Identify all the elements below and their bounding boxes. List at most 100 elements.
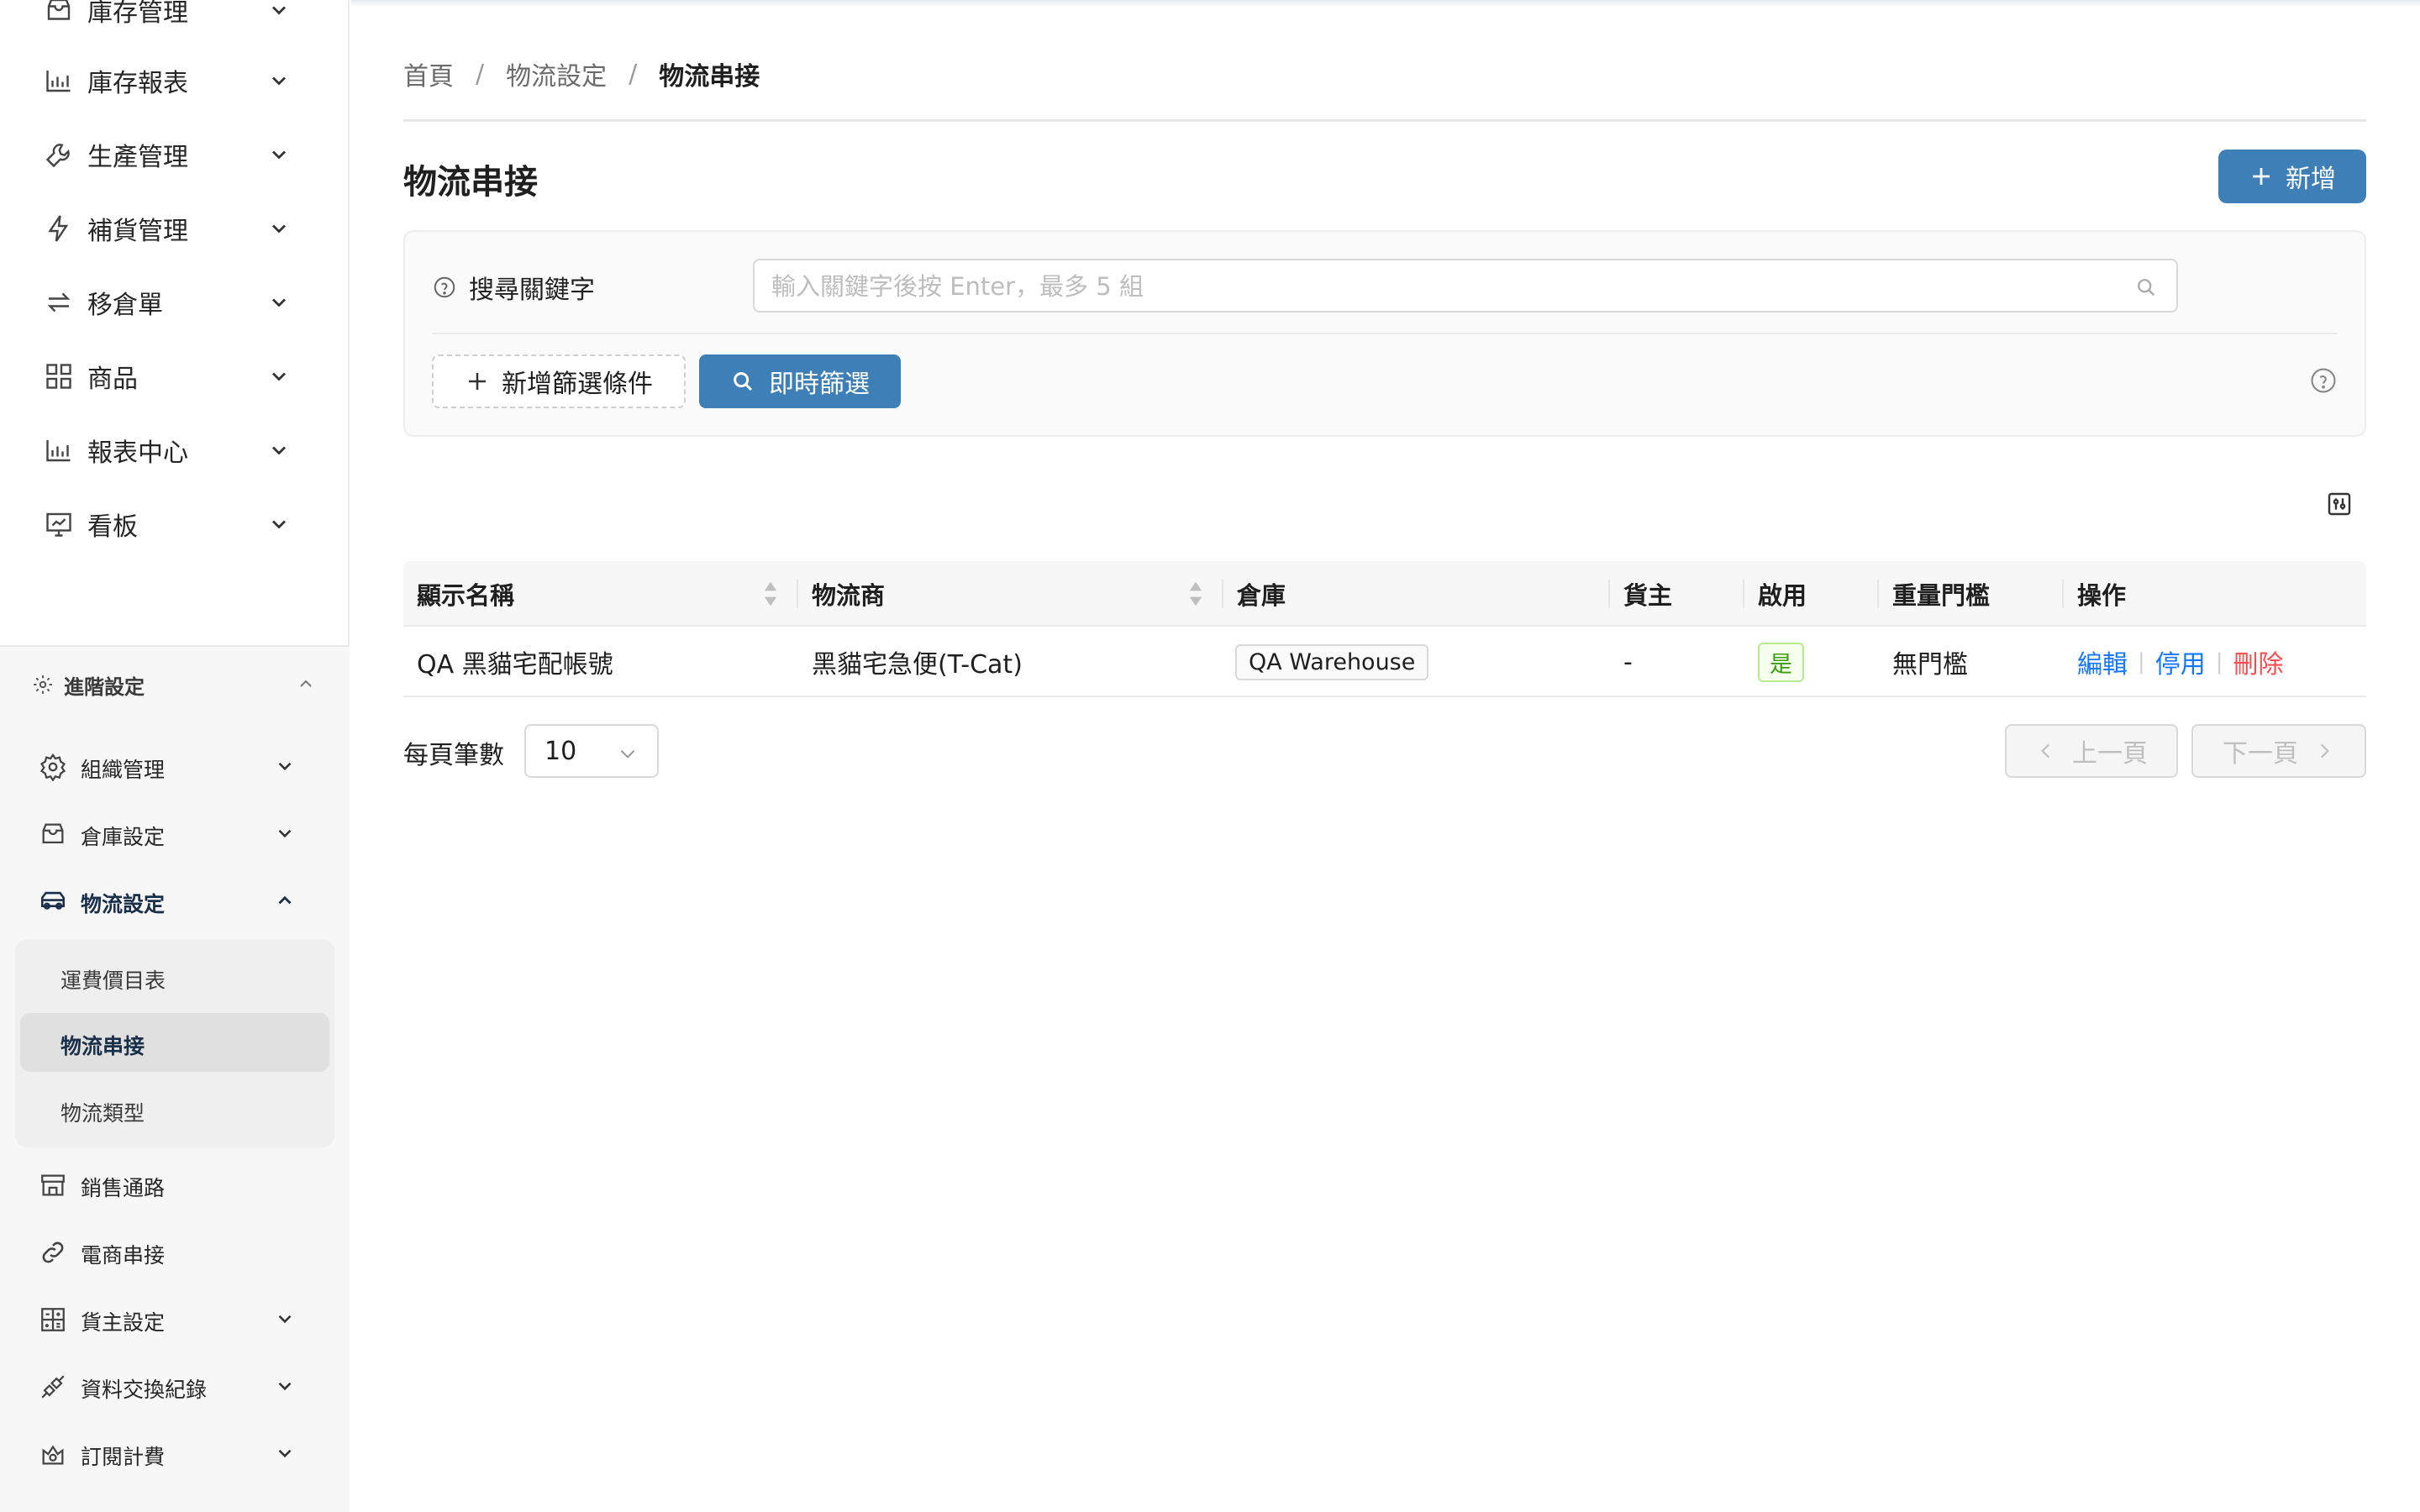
column-header-warehouse: 倉庫	[1237, 581, 1286, 610]
instant-filter-label: 即時篩選	[769, 370, 870, 399]
column-header-carrier[interactable]: 物流商	[812, 561, 885, 627]
delete-link[interactable]: 刪除	[2233, 643, 2284, 680]
prev-page-button[interactable]: 上一頁	[2005, 724, 2178, 778]
sidebar-item-label: 倉庫設定	[81, 825, 166, 849]
chevron-down-icon	[278, 1315, 292, 1324]
sidebar-item-inventory[interactable]: 庫存管理	[0, 0, 350, 47]
sidebar-item-label: 報表中心	[87, 438, 188, 468]
link-icon	[42, 1242, 64, 1263]
help-icon[interactable]	[2309, 366, 2338, 395]
column-header-owner: 貨主	[1623, 581, 1673, 610]
sidebar-item-owner-settings[interactable]: 貨主設定	[0, 1290, 350, 1349]
disable-link[interactable]: 停用	[2155, 643, 2206, 680]
sidebar-item-inventory-report[interactable]: 庫存報表	[0, 44, 350, 118]
submenu-item-freight-rates[interactable]: 運費價目表	[20, 948, 329, 1006]
prev-page-label: 上一頁	[2072, 739, 2148, 769]
sidebar-item-label: 訂閱計費	[81, 1445, 166, 1469]
sidebar-item-subscription-billing[interactable]: 訂閱計費	[0, 1425, 350, 1483]
sidebar-item-report-center[interactable]: 報表中心	[0, 413, 350, 487]
advanced-settings-header[interactable]: 進階設定	[0, 664, 350, 706]
sidebar-item-label: 庫存管理	[87, 0, 188, 28]
search-box	[753, 259, 2178, 312]
cell-carrier: 黑貓宅急便(T-Cat)	[812, 650, 1023, 680]
chevron-right-icon	[2320, 743, 2329, 759]
column-separator	[1608, 580, 1610, 608]
breadcrumb-home[interactable]: 首頁	[403, 55, 454, 92]
column-separator	[1743, 580, 1744, 608]
sidebar-item-label: 貨主設定	[81, 1310, 166, 1335]
column-header-enabled: 啟用	[1758, 581, 1807, 610]
subscription-icon	[42, 1445, 64, 1465]
sidebar-item-production[interactable]: 生產管理	[0, 118, 350, 192]
sidebar-item-dashboard[interactable]: 看板	[0, 487, 350, 561]
chevron-down-icon	[278, 1382, 292, 1391]
bar-chart-icon	[46, 440, 71, 462]
sidebar-item-label: 移倉單	[87, 291, 163, 320]
sidebar-item-label: 生產管理	[87, 143, 188, 172]
next-page-label: 下一頁	[2223, 739, 2298, 769]
chevron-down-icon	[272, 76, 286, 86]
filter-divider	[432, 333, 2338, 334]
sidebar-item-products[interactable]: 商品	[0, 339, 350, 413]
sidebar-item-label: 組織管理	[81, 758, 166, 782]
sort-icon[interactable]	[761, 579, 780, 609]
column-header-actions: 操作	[2077, 581, 2127, 610]
submenu-item-label: 物流類型	[60, 1101, 145, 1126]
page-size-value: 10	[544, 737, 577, 766]
chevron-up-icon	[278, 895, 292, 905]
bar-chart-icon	[46, 71, 71, 92]
sidebar-item-sales-channels[interactable]: 銷售通路	[0, 1156, 350, 1215]
sidebar-item-logistics-settings[interactable]: 物流設定	[0, 872, 350, 931]
submenu-item-logistics-types[interactable]: 物流類型	[20, 1080, 329, 1139]
store-icon	[41, 1174, 65, 1196]
sidebar-item-label: 商品	[87, 365, 138, 394]
submenu-item-logistics-integration[interactable]: 物流串接	[20, 1013, 329, 1072]
inventory-icon	[47, 0, 71, 20]
chevron-down-icon	[272, 372, 286, 381]
column-separator	[797, 580, 798, 608]
page-size-select[interactable]: 10	[524, 724, 659, 778]
column-settings-icon[interactable]	[2326, 491, 2353, 517]
lightning-icon	[48, 215, 69, 242]
sidebar-item-replenishment[interactable]: 補貨管理	[0, 192, 350, 265]
sidebar-item-label: 補貨管理	[87, 217, 188, 246]
sidebar-item-data-exchange-log[interactable]: 資料交換紀錄	[0, 1357, 350, 1416]
search-icon	[734, 372, 753, 391]
calculator-icon	[41, 1308, 65, 1331]
page-size-label: 每頁筆數	[403, 741, 504, 770]
add-filter-condition-button[interactable]: 新增篩選條件	[432, 354, 686, 408]
sidebar-item-label: 庫存報表	[87, 69, 188, 98]
column-header-display-name[interactable]: 顯示名稱	[417, 561, 514, 627]
breadcrumb-logistics-settings[interactable]: 物流設定	[506, 55, 607, 92]
api-icon	[41, 1375, 65, 1399]
edit-link[interactable]: 編輯	[2077, 643, 2128, 680]
sidebar: 庫存管理 庫存報表 生產管理 補貨管理 移倉單 商品 報表中心 看板 進階設定 …	[0, 0, 350, 1512]
chevron-down-icon	[272, 6, 286, 15]
gear-icon	[34, 675, 52, 694]
submenu-item-label: 物流串接	[60, 1034, 145, 1058]
search-input[interactable]	[771, 269, 2099, 304]
cell-display-name: QA 黑貓宅配帳號	[417, 650, 613, 680]
cell-weight-threshold: 無門檻	[1892, 650, 1968, 680]
instant-filter-button[interactable]: 即時篩選	[699, 354, 901, 408]
action-separator: |	[2215, 649, 2223, 675]
advanced-settings-label: 進階設定	[64, 675, 145, 699]
chevron-down-icon	[278, 829, 292, 838]
sort-icon[interactable]	[1186, 579, 1205, 609]
sidebar-item-ecommerce-integration[interactable]: 電商串接	[0, 1223, 350, 1282]
action-separator: |	[2138, 649, 2145, 675]
add-button[interactable]: 新增	[2218, 150, 2366, 203]
chevron-up-icon	[300, 680, 312, 687]
add-button-label: 新增	[2286, 165, 2336, 194]
sidebar-item-label: 電商串接	[81, 1243, 166, 1268]
chevron-down-icon	[620, 750, 635, 759]
sidebar-item-warehouse-settings[interactable]: 倉庫設定	[0, 805, 350, 864]
sidebar-item-organization[interactable]: 組織管理	[0, 738, 350, 796]
chevron-down-icon	[272, 224, 286, 234]
search-icon[interactable]	[2134, 276, 2158, 299]
chevron-down-icon	[272, 150, 286, 160]
status-badge: 是	[1758, 642, 1804, 682]
breadcrumb-current: 物流串接	[659, 62, 760, 92]
next-page-button[interactable]: 下一頁	[2191, 724, 2366, 778]
sidebar-item-transfer[interactable]: 移倉單	[0, 265, 350, 339]
